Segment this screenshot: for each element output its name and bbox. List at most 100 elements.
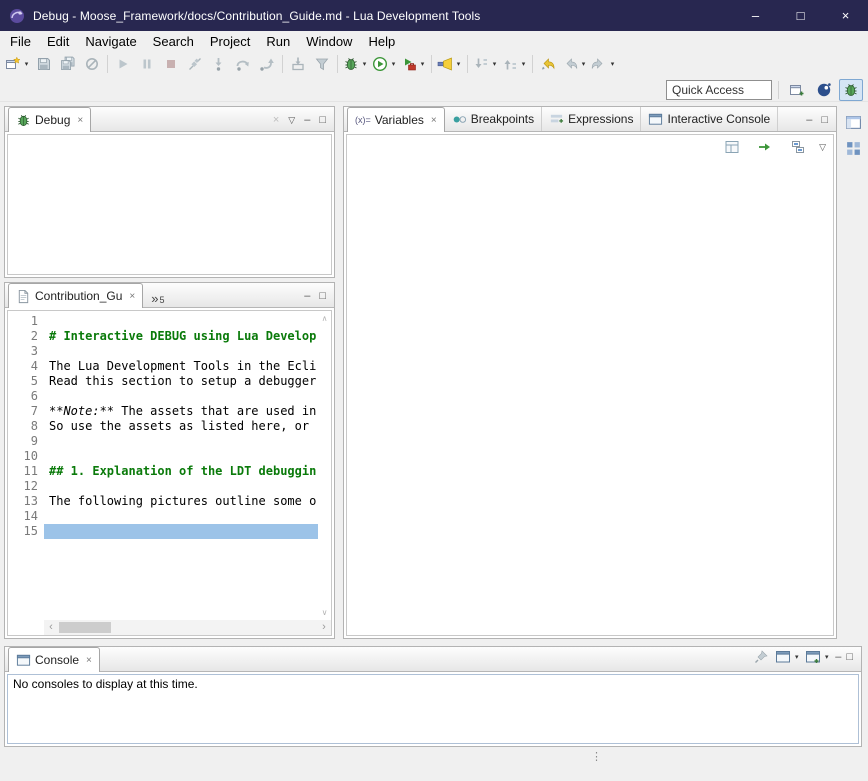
tab-contribution-guide[interactable]: Contribution_Gu × [8, 283, 143, 308]
forward-button[interactable]: ▾ [589, 53, 618, 75]
code-line[interactable] [44, 509, 318, 524]
remove-terminated-button[interactable]: × [273, 115, 279, 126]
line-number[interactable]: 8 [8, 419, 38, 434]
code-line[interactable] [44, 389, 318, 404]
close-icon[interactable]: × [431, 115, 437, 126]
code-line[interactable]: The following pictures outline some o [44, 494, 318, 509]
code-line[interactable]: **Note:** The assets that are used in [44, 404, 318, 419]
scroll-up-icon[interactable]: ∧ [322, 314, 328, 323]
save-all-button[interactable] [56, 53, 80, 75]
suspend-button[interactable] [135, 53, 159, 75]
scroll-right-icon[interactable]: › [317, 620, 331, 635]
tab-expressions[interactable]: Expressions [542, 107, 641, 131]
variables-empty-area[interactable] [347, 159, 833, 635]
code-line[interactable] [44, 449, 318, 464]
tab-overflow-chevron[interactable]: » 5 [143, 283, 170, 307]
maximize-view-button[interactable]: □ [846, 652, 853, 663]
pin-console-button[interactable] [752, 648, 770, 666]
line-number[interactable]: 7 [8, 404, 38, 419]
menu-help[interactable]: Help [360, 32, 403, 51]
terminate-button[interactable] [159, 53, 183, 75]
code-line[interactable] [44, 434, 318, 449]
editor-vertical-scrollbar[interactable]: ∧ ∨ [318, 311, 331, 620]
minimized-view-grid-button[interactable] [841, 136, 865, 160]
close-icon[interactable]: × [86, 655, 92, 666]
search-button[interactable]: ▾ [435, 53, 464, 75]
collapse-all-button[interactable] [786, 136, 810, 158]
save-button[interactable] [32, 53, 56, 75]
code-line[interactable] [44, 524, 318, 539]
view-menu-icon[interactable]: ▽ [288, 116, 295, 125]
menu-edit[interactable]: Edit [39, 32, 77, 51]
close-icon[interactable]: × [77, 115, 83, 126]
step-return-button[interactable] [255, 53, 279, 75]
open-perspective-button[interactable] [785, 79, 809, 101]
resume-button[interactable] [111, 53, 135, 75]
close-icon[interactable]: × [129, 291, 135, 302]
code-line[interactable] [44, 479, 318, 494]
skip-all-breakpoints-button[interactable] [80, 53, 104, 75]
debug-perspective-button[interactable] [839, 79, 863, 101]
minimize-view-button[interactable]: – [304, 291, 310, 302]
line-number[interactable]: 13 [8, 494, 38, 509]
line-number[interactable]: 9 [8, 434, 38, 449]
menu-run[interactable]: Run [258, 32, 298, 51]
tab-variables[interactable]: (x)= Variables × [347, 107, 445, 132]
disconnect-button[interactable] [183, 53, 207, 75]
debug-button[interactable]: ▾ [341, 53, 370, 75]
minimize-view-button[interactable]: – [304, 115, 310, 126]
maximize-window-button[interactable]: □ [778, 0, 823, 31]
menu-search[interactable]: Search [145, 32, 202, 51]
next-annotation-button[interactable]: ▾ [471, 53, 500, 75]
code-line[interactable]: Read this section to setup a debugger [44, 374, 318, 389]
step-over-button[interactable] [231, 53, 255, 75]
line-number-gutter[interactable]: 123456789101112131415 [8, 311, 44, 620]
line-number[interactable]: 11 [8, 464, 38, 479]
line-number[interactable]: 6 [8, 389, 38, 404]
line-number[interactable]: 15 [8, 524, 38, 539]
line-number[interactable]: 3 [8, 344, 38, 359]
maximize-view-button[interactable]: □ [319, 115, 326, 126]
view-menu-icon[interactable]: ▽ [819, 143, 826, 152]
scrollbar-thumb[interactable] [59, 622, 111, 633]
show-type-names-button[interactable] [720, 136, 744, 158]
last-edit-location-button[interactable] [536, 53, 560, 75]
run-button[interactable]: ▾ [370, 53, 399, 75]
code-line[interactable]: # Interactive DEBUG using Lua Develop [44, 329, 318, 344]
code-line[interactable]: The Lua Development Tools in the Ecli [44, 359, 318, 374]
code-line[interactable]: So use the assets as listed here, or [44, 419, 318, 434]
code-line[interactable]: ## 1. Explanation of the LDT debuggin [44, 464, 318, 479]
maximize-view-button[interactable]: □ [319, 291, 326, 302]
menu-file[interactable]: File [2, 32, 39, 51]
tab-debug[interactable]: Debug × [8, 107, 91, 132]
use-step-filters-button[interactable] [310, 53, 334, 75]
new-wizard-button[interactable]: ▾ [3, 53, 32, 75]
line-number[interactable]: 14 [8, 509, 38, 524]
show-logical-structures-button[interactable] [753, 136, 777, 158]
open-console-button[interactable]: ▾ [805, 648, 830, 666]
menu-project[interactable]: Project [202, 32, 258, 51]
line-number[interactable]: 10 [8, 449, 38, 464]
quick-access-input[interactable] [666, 80, 772, 100]
scroll-left-icon[interactable]: ‹ [44, 620, 58, 635]
tab-interactive-console[interactable]: Interactive Console [641, 107, 778, 131]
close-window-button[interactable]: × [823, 0, 868, 31]
maximize-view-button[interactable]: □ [821, 115, 828, 126]
code-line[interactable] [44, 314, 318, 329]
console-content[interactable]: No consoles to display at this time. [7, 674, 859, 744]
lua-perspective-button[interactable] [812, 79, 836, 101]
tab-console[interactable]: Console × [8, 647, 100, 672]
menu-window[interactable]: Window [298, 32, 360, 51]
tab-breakpoints[interactable]: Breakpoints [445, 107, 542, 131]
menu-navigate[interactable]: Navigate [77, 32, 144, 51]
minimize-view-button[interactable]: – [835, 652, 841, 663]
editor-horizontal-scrollbar[interactable]: ‹ › [44, 620, 331, 635]
line-number[interactable]: 5 [8, 374, 38, 389]
display-selected-console-button[interactable]: ▾ [775, 648, 800, 666]
line-number[interactable]: 2 [8, 329, 38, 344]
drop-to-frame-button[interactable] [286, 53, 310, 75]
minimized-view-window-button[interactable] [841, 110, 865, 134]
scroll-down-icon[interactable]: ∨ [322, 608, 328, 617]
line-number[interactable]: 1 [8, 314, 38, 329]
previous-annotation-button[interactable]: ▾ [500, 53, 529, 75]
